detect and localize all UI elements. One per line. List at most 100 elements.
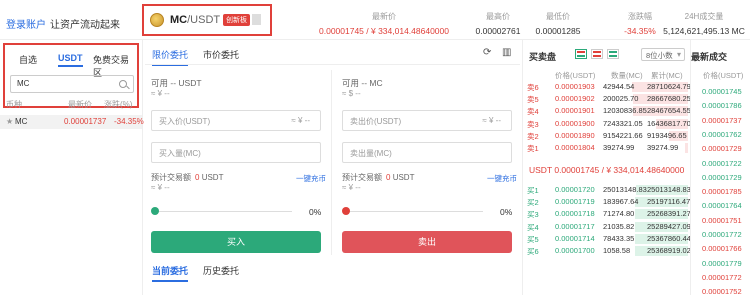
bid-total: 25368919.02: [647, 246, 691, 255]
order-book: 买卖盘 8位小数 价格(USDT) 数量(MC) 累计(MC) 卖6 0.0000…: [522, 40, 691, 295]
buy-quantity-input[interactable]: 买入量(MC): [151, 142, 321, 163]
tab-market-order[interactable]: 市价委托: [203, 48, 239, 61]
bid-label: 买6: [527, 247, 539, 256]
decimal-select[interactable]: 8位小数: [641, 48, 685, 61]
login-link[interactable]: 登录账户: [6, 20, 46, 31]
search-icon[interactable]: [119, 80, 127, 88]
bid-row[interactable]: 买6 0.00001700 1058.58 25368919.02: [523, 245, 691, 257]
buy-percent: 0%: [309, 207, 322, 217]
trading-pair-selector[interactable]: MC/USDT 创新板: [142, 4, 272, 36]
sell-quantity-input[interactable]: 卖出量(MC): [342, 142, 512, 163]
bid-label: 买2: [527, 198, 539, 208]
tab-order-history[interactable]: 历史委托: [203, 264, 239, 277]
latest-trade-price: 0.00001751: [702, 215, 742, 225]
login-slogan: 让资产流动起来: [50, 20, 120, 31]
tab-divider: [145, 64, 520, 65]
view-both-icon[interactable]: [575, 49, 587, 59]
bid-label: 买1: [527, 186, 539, 195]
latest-trade-price: 0.00001762: [702, 129, 742, 139]
ask-row[interactable]: 卖6 0.00001903 42944.54 28710624.79: [523, 81, 691, 93]
latest-trade-price: 0.00001752: [702, 287, 742, 295]
col-price[interactable]: 最新价: [68, 99, 92, 110]
tab-usdt[interactable]: USDT: [58, 53, 83, 67]
market-row[interactable]: ★ MC 0.00001737 -34.35%: [0, 115, 144, 129]
chart-icon[interactable]: ▥: [502, 47, 513, 58]
ask-qty: 42944.54: [603, 82, 635, 91]
ob-col-qty: 数量(MC): [611, 71, 643, 80]
bid-total: 25197116.47: [647, 197, 691, 207]
latest-trade-price: 0.00001772: [702, 272, 742, 282]
ask-qty: 9154221.66: [603, 130, 643, 140]
bid-qty: 71274.80: [603, 209, 635, 219]
buy-button[interactable]: 买入: [151, 231, 321, 253]
buy-deposit-link[interactable]: 一键充币: [296, 173, 326, 184]
bid-row[interactable]: 买4 0.00001717 21035.82 25289427.09: [523, 221, 691, 233]
view-bids-icon[interactable]: [607, 49, 619, 59]
buy-estimate-approx: ≈ ¥ --: [151, 183, 170, 192]
stat-high: 最高价 0.00002761: [475, 12, 521, 36]
coin-icon: [150, 13, 164, 27]
search-input[interactable]: MC: [10, 75, 134, 93]
latest-trade-price: 0.00001729: [702, 172, 742, 182]
ask-qty: 12030836.85: [603, 106, 647, 116]
ask-row[interactable]: 卖5 0.00001902 200025.70 28667680.25: [523, 93, 691, 105]
col-coin: 币种: [6, 100, 22, 109]
latest-trade-price: 0.00001766: [702, 244, 742, 254]
buy-estimate: 预计交易额 0 USDT: [151, 173, 224, 182]
favorite-icon[interactable]: [252, 14, 261, 25]
col-change[interactable]: 涨跌(%): [104, 99, 132, 110]
buy-slider-knob[interactable]: [151, 207, 159, 215]
bid-row[interactable]: 买2 0.00001719 183967.64 25197116.47: [523, 196, 691, 208]
ask-label: 卖6: [527, 83, 539, 92]
sell-slider-knob[interactable]: [342, 207, 350, 215]
sell-available: 可用 -- MC: [342, 78, 383, 88]
latest-trade-price: 0.00001764: [702, 201, 742, 211]
sell-button[interactable]: 卖出: [342, 231, 512, 253]
bid-row[interactable]: 买5 0.00001714 78433.35 25367860.44: [523, 233, 691, 245]
refresh-icon[interactable]: ⟳: [483, 47, 494, 58]
ask-qty: 39274.99: [603, 143, 635, 152]
bid-total: 25013148.83: [647, 185, 691, 194]
latest-col-price: 价格(USDT): [703, 71, 744, 80]
top-bar: 登录账户 让资产流动起来 MC/USDT 创新板 最新价 0.00001745 /…: [0, 0, 750, 40]
ask-row[interactable]: 卖3 0.00001900 7243321.05 16436817.70: [523, 118, 691, 130]
bid-qty: 21035.82: [603, 221, 635, 231]
tab-favorites[interactable]: 自选: [19, 53, 37, 66]
bid-row[interactable]: 买3 0.00001718 71274.80 25268391.27: [523, 208, 691, 220]
latest-trade-price: 0.00001779: [702, 258, 742, 268]
latest-trades: 最新成交 价格(USDT) 0.00001745 0.00001786 0.0000…: [690, 40, 750, 295]
latest-trade-price: 0.00001737: [702, 115, 742, 125]
bid-total: 25268391.27: [647, 209, 691, 219]
ask-total: 28467654.55: [647, 106, 691, 116]
ask-total: 16436817.70: [647, 118, 691, 128]
innovation-badge: 创新板: [223, 14, 250, 26]
row-coin: MC: [15, 117, 28, 126]
order-book-title: 买卖盘: [529, 52, 557, 62]
search-value: MC: [17, 79, 30, 88]
view-asks-icon[interactable]: [591, 49, 603, 59]
ask-row[interactable]: 卖1 0.00001804 39274.99 39274.99: [523, 142, 688, 154]
bid-total: 25289427.09: [647, 221, 691, 231]
sell-deposit-link[interactable]: 一键充币: [487, 173, 517, 184]
bid-label: 买3: [527, 210, 539, 220]
ask-label: 卖5: [527, 95, 539, 105]
buy-price-input[interactable]: 买入价(USDT) ≈ ¥ --: [151, 110, 321, 131]
ask-label: 卖1: [527, 144, 539, 153]
bid-label: 买4: [527, 222, 539, 232]
sell-price-input[interactable]: 卖出价(USDT) ≈ ¥ --: [342, 110, 512, 131]
latest-trade-price: 0.00001729: [702, 144, 742, 154]
bid-price: 0.00001700: [555, 246, 595, 255]
ask-row[interactable]: 卖2 0.00001890 9154221.66 9193496.65: [523, 130, 688, 142]
bid-row[interactable]: 买1 0.00001720 25013148.83 25013148.83: [523, 184, 691, 196]
buy-slider-track[interactable]: [155, 211, 292, 212]
bid-price: 0.00001719: [555, 197, 595, 207]
star-icon[interactable]: ★: [6, 117, 13, 126]
ask-row[interactable]: 卖4 0.00001901 12030836.85 28467654.55: [523, 105, 691, 117]
sell-estimate: 预计交易额 0 USDT: [342, 173, 415, 182]
sell-slider-track[interactable]: [346, 211, 483, 212]
latest-trade-price: 0.00001772: [702, 230, 742, 239]
bid-price: 0.00001718: [555, 209, 595, 219]
bid-total: 25367860.44: [647, 233, 691, 243]
latest-trade-price: 0.00001745: [702, 87, 742, 96]
tab-current-orders[interactable]: 当前委托: [152, 264, 189, 282]
